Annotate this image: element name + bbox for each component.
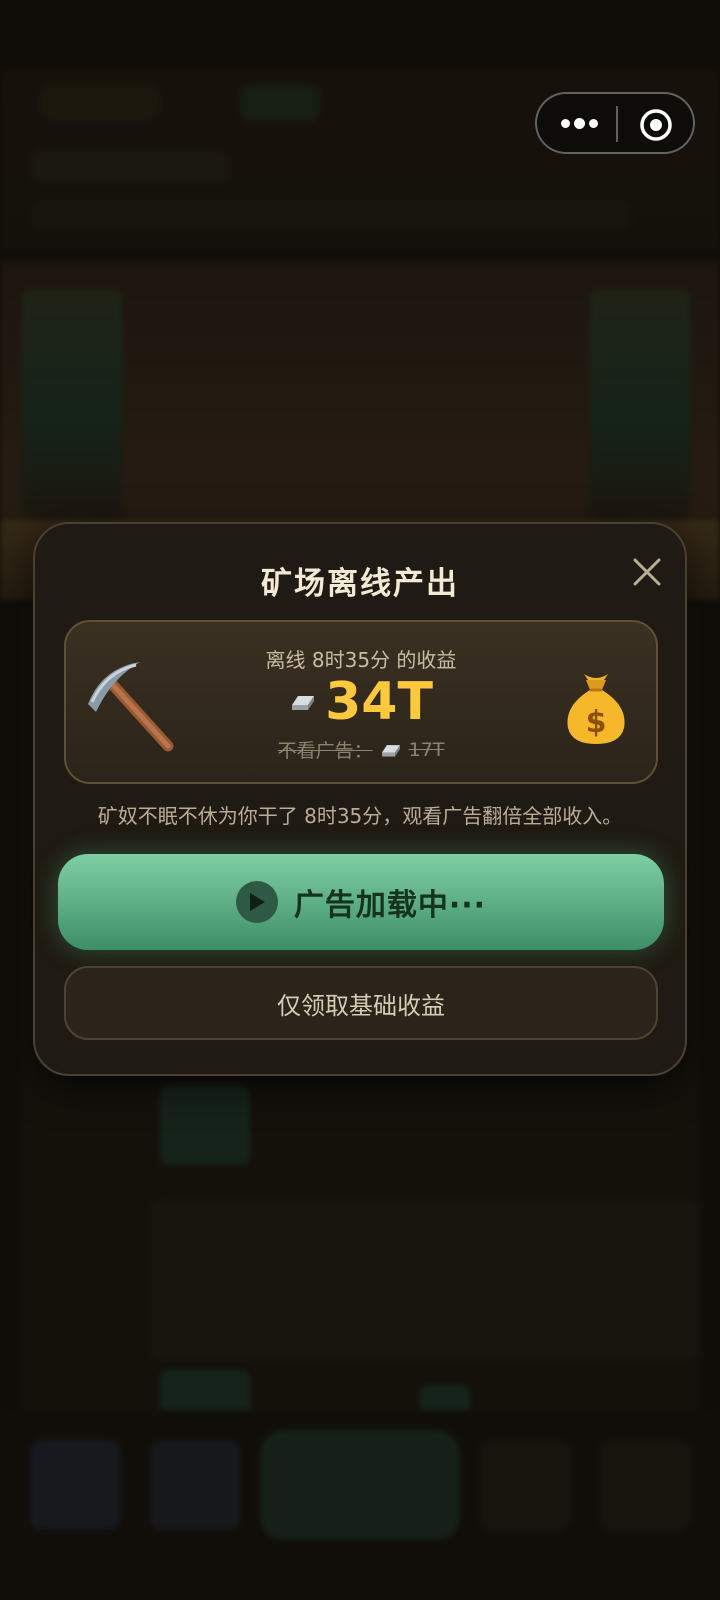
capsule-divider xyxy=(616,106,618,142)
no-ad-amount: 17T xyxy=(408,738,445,761)
modal-title: 矿场离线产出 xyxy=(261,566,459,602)
close-icon[interactable] xyxy=(627,552,667,592)
watch-ad-button-label: 广告加载中··· xyxy=(293,888,487,923)
claim-base-button[interactable]: 仅领取基础收益 xyxy=(64,966,658,1040)
reward-amount: 34T xyxy=(325,672,433,732)
silver-ingot-icon xyxy=(292,696,315,710)
more-icon[interactable] xyxy=(559,111,599,135)
money-bag-icon: $ xyxy=(567,674,625,744)
offline-output-modal: 矿场离线产出 离线 8时35分 的收益 34T 不看广告： 17T $ 矿奴不眠… xyxy=(33,522,687,1076)
watch-ad-button[interactable]: 广告加载中··· xyxy=(58,854,664,950)
claim-base-button-label: 仅领取基础收益 xyxy=(277,991,445,1020)
close-miniprogram-icon[interactable] xyxy=(639,108,673,142)
svg-text:$: $ xyxy=(586,705,607,740)
no-ad-label: 不看广告： xyxy=(277,740,373,762)
miniprogram-capsule xyxy=(535,92,695,154)
reward-card: 离线 8时35分 的收益 34T 不看广告： 17T $ xyxy=(64,620,658,784)
play-icon xyxy=(235,881,278,923)
offline-description: 矿奴不眠不休为你干了 8时35分，观看广告翻倍全部收入。 xyxy=(97,804,623,828)
screen: 矿场离线产出 离线 8时35分 的收益 34T 不看广告： 17T $ 矿奴不眠… xyxy=(0,0,720,1600)
silver-ingot-icon xyxy=(381,744,400,757)
